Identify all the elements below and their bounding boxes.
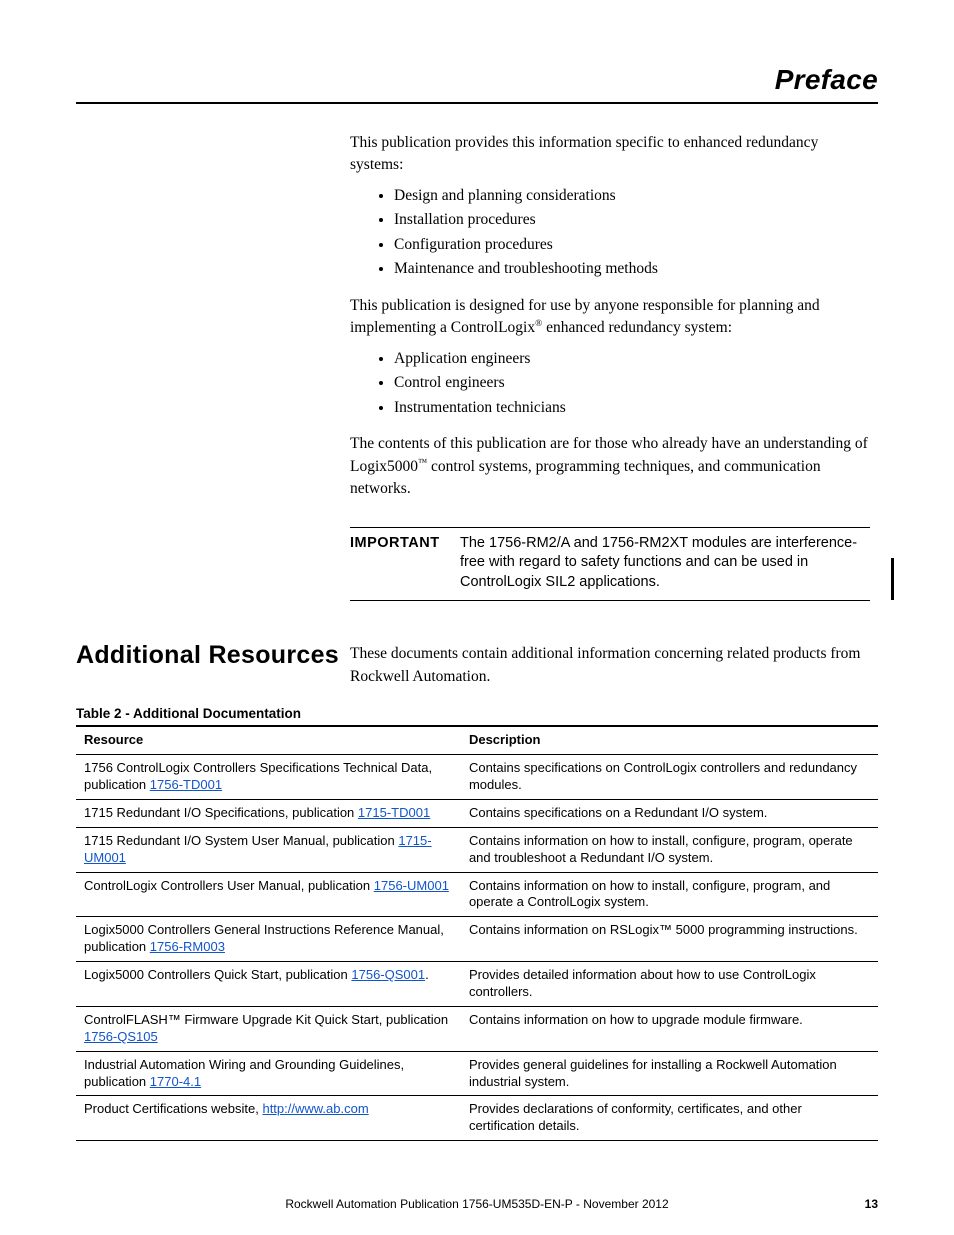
intro-list1: Design and planning considerations Insta… <box>350 185 870 281</box>
publication-link[interactable]: 1715-TD001 <box>358 805 430 820</box>
publication-link[interactable]: 1756-UM001 <box>374 878 449 893</box>
description-cell: Contains information on how to upgrade m… <box>461 1006 878 1051</box>
table-row: Industrial Automation Wiring and Groundi… <box>76 1051 878 1096</box>
description-cell: Contains information on how to install, … <box>461 827 878 872</box>
intro-block: This publication provides this informati… <box>350 132 870 501</box>
list-item: Application engineers <box>394 348 870 370</box>
publication-link[interactable]: 1770-4.1 <box>150 1074 201 1089</box>
table-row: ControlLogix Controllers User Manual, pu… <box>76 872 878 917</box>
intro-p1: This publication provides this informati… <box>350 132 870 177</box>
publication-link[interactable]: 1756-QS001 <box>351 967 425 982</box>
resource-cell: 1715 Redundant I/O Specifications, publi… <box>76 799 461 827</box>
table-caption: Table 2 - Additional Documentation <box>76 706 878 721</box>
additional-documentation-table: Resource Description 1756 ControlLogix C… <box>76 725 878 1141</box>
resource-cell: ControlFLASH™ Firmware Upgrade Kit Quick… <box>76 1006 461 1051</box>
table-row: Logix5000 Controllers Quick Start, publi… <box>76 962 878 1007</box>
description-cell: Contains information on RSLogix™ 5000 pr… <box>461 917 878 962</box>
section-heading: Additional Resources <box>76 641 350 670</box>
important-text: The 1756-RM2/A and 1756-RM2XT modules ar… <box>460 534 870 593</box>
page-number: 13 <box>838 1197 878 1211</box>
page-footer: Rockwell Automation Publication 1756-UM5… <box>76 1197 878 1211</box>
publication-link[interactable]: http://www.ab.com <box>262 1101 368 1116</box>
publication-link[interactable]: 1756-RM003 <box>150 939 225 954</box>
resource-cell: ControlLogix Controllers User Manual, pu… <box>76 872 461 917</box>
list-item: Installation procedures <box>394 209 870 231</box>
resource-cell: Logix5000 Controllers General Instructio… <box>76 917 461 962</box>
table-row: Logix5000 Controllers General Instructio… <box>76 917 878 962</box>
intro-list2: Application engineers Control engineers … <box>350 348 870 419</box>
important-label: IMPORTANT <box>350 534 460 593</box>
intro-p3: The contents of this publication are for… <box>350 433 870 500</box>
table-row: ControlFLASH™ Firmware Upgrade Kit Quick… <box>76 1006 878 1051</box>
description-cell: Contains specifications on ControlLogix … <box>461 755 878 800</box>
footer-text: Rockwell Automation Publication 1756-UM5… <box>116 1197 838 1211</box>
list-item: Maintenance and troubleshooting methods <box>394 258 870 280</box>
table-row: 1715 Redundant I/O System User Manual, p… <box>76 827 878 872</box>
publication-link[interactable]: 1715-UM001 <box>84 833 432 865</box>
description-cell: Contains specifications on a Redundant I… <box>461 799 878 827</box>
page: Preface This publication provides this i… <box>0 0 954 1235</box>
important-box: IMPORTANT The 1756-RM2/A and 1756-RM2XT … <box>350 527 870 602</box>
description-cell: Contains information on how to install, … <box>461 872 878 917</box>
th-resource: Resource <box>76 726 461 754</box>
resource-cell: Industrial Automation Wiring and Groundi… <box>76 1051 461 1096</box>
publication-link[interactable]: 1756-TD001 <box>150 777 222 792</box>
section-intro: These documents contain additional infor… <box>350 643 870 688</box>
publication-link[interactable]: 1756-QS105 <box>84 1029 158 1044</box>
resource-cell: 1756 ControlLogix Controllers Specificat… <box>76 755 461 800</box>
change-bar-icon <box>891 558 894 600</box>
list-item: Design and planning considerations <box>394 185 870 207</box>
additional-resources-row: Additional Resources These documents con… <box>76 641 878 688</box>
page-header-title: Preface <box>76 64 878 96</box>
table-row: 1756 ControlLogix Controllers Specificat… <box>76 755 878 800</box>
resource-cell: Logix5000 Controllers Quick Start, publi… <box>76 962 461 1007</box>
header-rule <box>76 102 878 104</box>
description-cell: Provides general guidelines for installi… <box>461 1051 878 1096</box>
table-row: 1715 Redundant I/O Specifications, publi… <box>76 799 878 827</box>
table-row: Product Certifications website, http://w… <box>76 1096 878 1141</box>
list-item: Control engineers <box>394 372 870 394</box>
th-description: Description <box>461 726 878 754</box>
list-item: Instrumentation technicians <box>394 397 870 419</box>
resource-cell: Product Certifications website, http://w… <box>76 1096 461 1141</box>
list-item: Configuration procedures <box>394 234 870 256</box>
resource-cell: 1715 Redundant I/O System User Manual, p… <box>76 827 461 872</box>
description-cell: Provides declarations of conformity, cer… <box>461 1096 878 1141</box>
description-cell: Provides detailed information about how … <box>461 962 878 1007</box>
intro-p2: This publication is designed for use by … <box>350 295 870 340</box>
